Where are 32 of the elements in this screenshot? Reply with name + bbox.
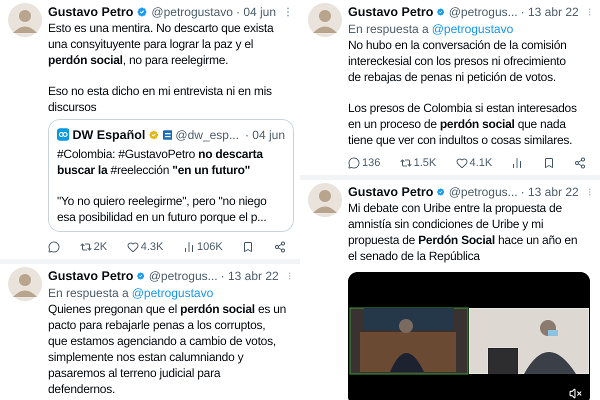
post-text: No hubo en la conversación de la comisión intereckesial con los presos ni ofrecimiento de rebajas de penas ni petición de votos.: [348, 37, 568, 85]
post-text: Quienes pregonan que el perdón social es un pacto para rebajarle penas a los corruptos, que estamos agenciando a cambio de votos, simplemente nos estan calumniando y pasaremos al terreno judicial para defendernos.: [48, 301, 288, 397]
reply-button[interactable]: 136: [348, 157, 380, 169]
post-date[interactable]: · 13 abr 22: [220, 268, 279, 282]
post-text: Eso no esta dicho en mi entrevista ni en mis discursos: [48, 83, 273, 115]
author-handle[interactable]: @dw_esp...: [175, 128, 239, 142]
author-name[interactable]: Gustavo Petro: [48, 268, 134, 282]
author-handle[interactable]: @petrogus...: [448, 184, 518, 198]
author-handle[interactable]: @petrogustavo: [151, 4, 233, 18]
quoted-post[interactable]: DW Español @dw_esp... · 04 jun #Colombia: #GustavoPetro no descarta buscar la #reelección "en un futuro" "Yo no quiero reelegirme", pero "no niego esa posibilidad en un futuro porque el p...: [48, 119, 294, 232]
repost-button[interactable]: 2K: [80, 241, 108, 253]
author-name[interactable]: Gustavo Petro: [348, 184, 434, 198]
reply-label: En respuesta a: [348, 22, 429, 36]
post-text: Mi debate con Uribe entre la propuesta de amnistía sin condiciones de Uribe y mi propuesta de Perdón Social hace un año en el senado de la República: [348, 200, 578, 264]
post-date[interactable]: · 04 jun: [244, 128, 285, 142]
views-button[interactable]: 106K: [182, 241, 223, 253]
reply-label: En respuesta a: [48, 286, 129, 300]
like-button[interactable]: 4.3K: [126, 241, 164, 253]
post-date[interactable]: · 13 abr 22: [520, 184, 579, 198]
repost-button[interactable]: 1.5K: [400, 157, 436, 169]
post-date[interactable]: · 04 jun: [236, 4, 276, 18]
author-handle[interactable]: @petrogus...: [148, 268, 218, 282]
author-name[interactable]: Gustavo Petro: [48, 4, 134, 18]
like-button[interactable]: 4.1K: [456, 157, 492, 169]
quoted-text: "Yo no quiero reelegirme", pero "no niego esa posibilidad en un futuro porque el p...: [57, 193, 268, 225]
post-text: Los presos de Colombia si estan interesados en un proceso de perdón social que nada tiene que ver con indultos o cosas similares.: [348, 100, 578, 148]
author-handle[interactable]: @petrogus...: [448, 4, 518, 18]
post-date[interactable]: · 13 abr 22: [520, 4, 579, 18]
post-text: Esto es una mentira. No descarto que exista una consyituyente para lograr la paz y el perdón social, no para reelegirme.: [48, 20, 275, 68]
author-name[interactable]: DW Español: [72, 128, 146, 142]
quoted-text: #Colombia: #GustavoPetro no descarta buscar la #reelección "en un futuro": [57, 146, 264, 178]
author-name[interactable]: Gustavo Petro: [348, 4, 434, 18]
